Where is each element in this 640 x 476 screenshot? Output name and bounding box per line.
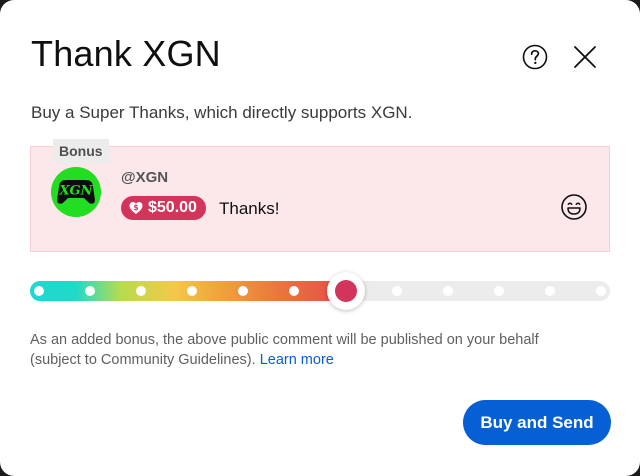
- emoji-button[interactable]: [559, 192, 589, 222]
- learn-more-link[interactable]: Learn more: [260, 352, 334, 368]
- price-chip: $ $50.00: [121, 196, 206, 220]
- dollar-heart-icon: $: [129, 202, 143, 214]
- close-icon: [574, 46, 596, 68]
- slider-thumb-indicator: [334, 280, 357, 302]
- gamepad-logo-icon: XGN: [51, 167, 101, 217]
- help-circle-icon: [522, 44, 548, 70]
- bonus-tag: Bonus: [53, 139, 109, 163]
- amount-slider[interactable]: [30, 272, 610, 310]
- price-amount: $50.00: [148, 199, 197, 216]
- dialog-subtitle: Buy a Super Thanks, which directly suppo…: [31, 103, 413, 122]
- bonus-note: As an added bonus, the above public comm…: [30, 330, 590, 370]
- slider-stop[interactable]: [442, 286, 453, 296]
- dialog-title: Thank XGN: [31, 33, 221, 74]
- slider-stop[interactable]: [596, 286, 606, 296]
- slider-thumb[interactable]: [326, 272, 365, 310]
- avatar-logo-text: XGN: [58, 184, 93, 199]
- slider-stop[interactable]: [34, 286, 44, 296]
- slider-stop[interactable]: [391, 286, 402, 296]
- buy-and-send-button[interactable]: Buy and Send: [463, 400, 611, 445]
- help-button[interactable]: [521, 43, 549, 71]
- slider-stop[interactable]: [493, 286, 504, 296]
- super-thanks-dialog: Thank XGN Buy a Super Thanks, which dire…: [0, 0, 640, 476]
- svg-text:$: $: [133, 203, 138, 212]
- comment-text: Thanks!: [219, 199, 280, 218]
- close-button[interactable]: [571, 43, 599, 71]
- slider-stop[interactable]: [544, 286, 555, 296]
- smiley-emoji-icon: [561, 194, 587, 220]
- avatar: XGN: [51, 167, 101, 217]
- comment-username: @XGN: [121, 169, 169, 186]
- comment-preview-card: Bonus XGN @XGN $ $50.00 Thanks!: [30, 139, 610, 252]
